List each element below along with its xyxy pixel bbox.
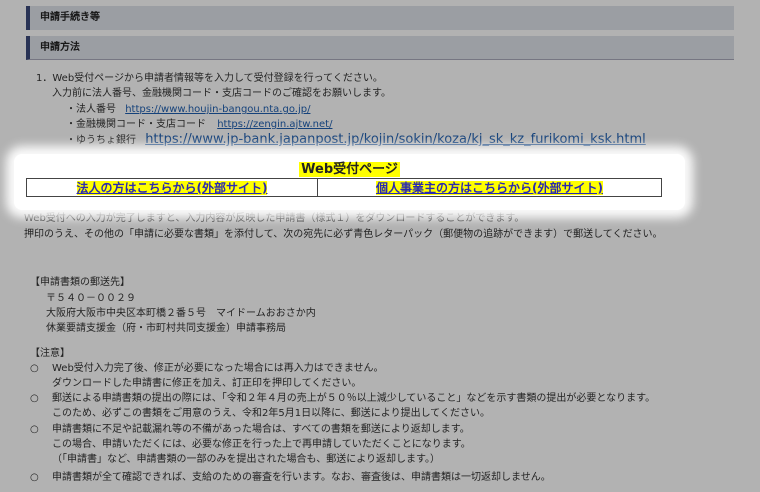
note-bullet: ○: [30, 363, 39, 374]
address-heading: 【申請書類の郵送先】: [30, 277, 130, 288]
step1-line1: 1．Web受付ページから申請者情報等を入力して受付登録を行ってください。: [36, 73, 383, 84]
individual-link[interactable]: 個人事業主の方はこちらから(外部サイト): [376, 181, 603, 195]
yucho-link[interactable]: https://www.jp-bank.japanpost.jp/kojin/s…: [145, 132, 646, 147]
web-reception-panel: Web受付ページ 法人の方はこちらから(外部サイト) 個人事業主の方はこちらから…: [14, 154, 685, 210]
notes-heading: 【注意】: [30, 348, 70, 359]
houjin-bangou-link[interactable]: https://www.houjin-bangou.nta.go.jp/: [125, 104, 310, 115]
after-line2: 押印のうえ、その他の「申請に必要な書類」を添付して、次の宛先に必ず青色レターパッ…: [24, 229, 663, 240]
address-office: 休業要請支援金（府・市町村共同支援金）申請事務局: [46, 323, 286, 334]
note-1-line-2: ダウンロードした申請書に修正を加え、訂正印を押印してください。: [52, 378, 362, 389]
note-bullet: ○: [30, 424, 39, 435]
zengin-label: ・金融機関コード・支店コード: [66, 119, 206, 130]
houjin-row: ・法人番号 https://www.houjin-bangou.nta.go.j…: [66, 103, 310, 117]
note-bullet: ○: [30, 393, 39, 404]
corporate-link[interactable]: 法人の方はこちらから(外部サイト): [76, 181, 268, 195]
zengin-link[interactable]: https://zengin.ajtw.net/: [217, 119, 332, 130]
subsection-header: 申請方法: [26, 36, 734, 60]
step1-line2: 入力前に法人番号、金融機関コード・支店コードのご確認をお願いします。: [52, 88, 391, 99]
note-1-line-1: Web受付入力完了後、修正が必要になった場合には再入力はできません。: [52, 363, 384, 374]
yucho-label: ・ゆうちょ銀行: [66, 135, 136, 146]
address-street: 大阪府大阪市中央区本町橋２番５号 マイドームおおさか内: [46, 308, 316, 319]
note-3-line-3: （「申請書」など、申請書類の一部のみを提出された場合も、郵送により返却します。）: [52, 454, 440, 465]
note-2-line-2: このため、必ずこの書類をご用意のうえ、令和2年5月1日以降に、郵送により提出して…: [52, 408, 490, 419]
note-bullet: ○: [30, 472, 39, 483]
web-reception-title: Web受付ページ: [299, 162, 400, 177]
yucho-row: ・ゆうちょ銀行 https://www.jp-bank.japanpost.jp…: [66, 133, 646, 148]
page: 申請手続き等 申請方法 1．Web受付ページから申請者情報等を入力して受付登録を…: [0, 0, 760, 492]
note-4-line-1: 申請書類が全て確認できれば、支給のための審査を行います。なお、審査後は、申請書類…: [52, 472, 551, 483]
houjin-label: ・法人番号: [66, 104, 116, 115]
corporate-cell: 法人の方はこちらから(外部サイト): [26, 178, 318, 197]
note-3-line-1: 申請書類に不足や記載漏れ等の不備があった場合は、すべての書類を郵送により返却しま…: [52, 424, 470, 435]
section-header: 申請手続き等: [26, 6, 734, 30]
note-3-line-2: この場合、申請いただくには、必要な修正を行った上で再申請していただくことになりま…: [52, 439, 471, 450]
after-line1: Web受付への入力が完了しますと、入力内容が反映した申請書（様式１）をダウンロー…: [24, 213, 525, 224]
address-postal: 〒５４０－００２９: [46, 293, 136, 304]
individual-cell: 個人事業主の方はこちらから(外部サイト): [317, 178, 662, 197]
note-2-line-1: 郵送による申請書類の提出の際には、「令和２年４月の売上が５０％以上減少しているこ…: [52, 393, 656, 404]
web-reception-title-wrap: Web受付ページ: [14, 158, 685, 177]
web-reception-links: 法人の方はこちらから(外部サイト) 個人事業主の方はこちらから(外部サイト): [26, 178, 662, 197]
zengin-row: ・金融機関コード・支店コード https://zengin.ajtw.net/: [66, 118, 332, 132]
